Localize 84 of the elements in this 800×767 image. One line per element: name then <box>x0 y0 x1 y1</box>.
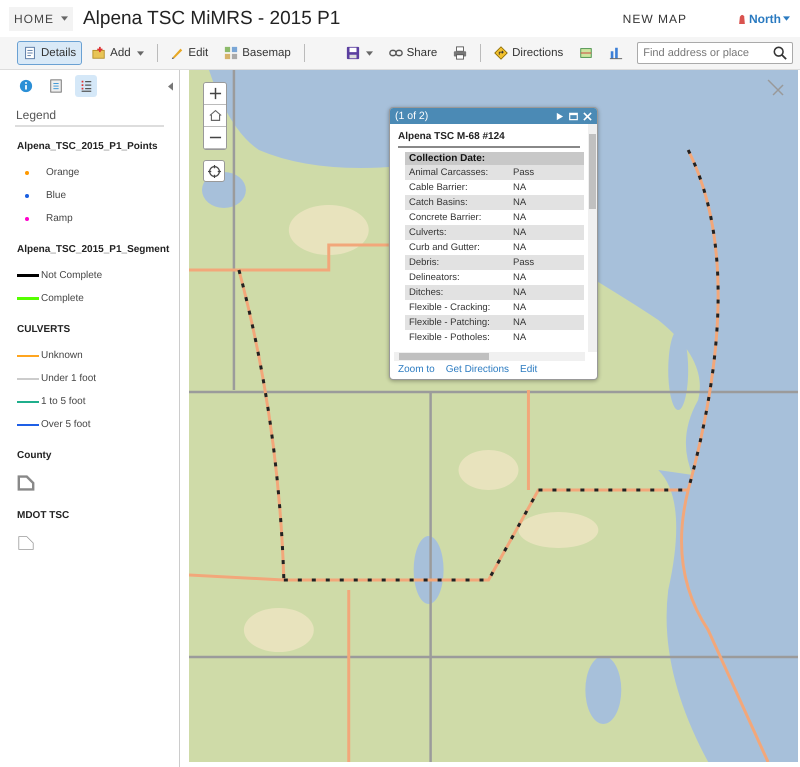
legend-label: Under 1 foot <box>41 373 96 384</box>
field-value: NA <box>513 272 526 283</box>
next-icon[interactable] <box>555 112 564 120</box>
feature-title: Alpena TSC M-68 #124 <box>398 128 580 148</box>
close-icon[interactable] <box>583 112 592 120</box>
popup-link[interactable]: Get Directions <box>446 364 510 375</box>
pencil-icon <box>170 46 184 60</box>
layer-title: MDOT TSC <box>17 510 70 521</box>
folder-plus-icon <box>92 46 106 60</box>
popup-title: (1 of 2) <box>395 110 428 122</box>
caret-icon <box>783 16 790 21</box>
field-value: Pass <box>513 257 534 268</box>
vertical-scrollbar[interactable] <box>588 124 597 352</box>
grid-icon <box>224 46 238 60</box>
map-title: Alpena TSC MiMRS - 2015 P1 <box>83 8 340 30</box>
legend-heading: Legend <box>15 97 164 127</box>
field-value: NA <box>513 182 526 193</box>
field-label: Flexible - Potholes: <box>409 332 491 343</box>
field-value: NA <box>513 212 526 223</box>
field-label: Delineators: <box>409 272 461 283</box>
search-field[interactable]: Find address or place <box>637 42 793 64</box>
plus-icon <box>208 87 222 100</box>
edit-button[interactable]: Edit <box>164 41 214 65</box>
legend-label: Over 5 foot <box>41 419 90 430</box>
home-extent-button[interactable] <box>204 105 226 127</box>
field-label: Culverts: <box>409 227 448 238</box>
legend-label: Complete <box>41 293 84 304</box>
legend-icon <box>79 79 93 93</box>
info-icon <box>19 79 33 93</box>
polygon-symbol-icon <box>17 475 35 491</box>
layer-title: Alpena_TSC_2015_P1_Segment <box>17 244 170 255</box>
field-label: Flexible - Patching: <box>409 317 491 328</box>
popup-link[interactable]: Edit <box>520 364 538 375</box>
legend-label: Blue <box>46 190 66 201</box>
crosshair-icon <box>208 164 220 178</box>
legend-label: Orange <box>46 167 80 178</box>
list-icon <box>49 79 63 93</box>
field-value: NA <box>513 317 526 328</box>
field-label: Animal Carcasses: <box>409 167 490 178</box>
legend-tab[interactable] <box>75 75 97 97</box>
home-button[interactable]: HOME <box>9 6 73 30</box>
add-button[interactable]: Add <box>86 41 150 65</box>
horizontal-scrollbar[interactable] <box>394 352 585 361</box>
user-menu[interactable]: North <box>749 12 790 26</box>
document-icon <box>23 46 37 60</box>
field-label: Concrete Barrier: <box>409 212 482 223</box>
caret-icon <box>61 16 68 21</box>
legend-label: Not Complete <box>41 270 102 281</box>
layer-title: Alpena_TSC_2015_P1_Points <box>17 141 159 152</box>
polygon-symbol-icon <box>17 535 35 551</box>
details-button[interactable]: Details <box>17 41 82 65</box>
layer-title: County <box>17 450 52 461</box>
field-label: Ditches: <box>409 287 444 298</box>
locate-button[interactable] <box>203 160 225 182</box>
field-value: NA <box>513 197 526 208</box>
layer-title: CULVERTS <box>17 324 72 335</box>
legend-label: Unknown <box>41 350 83 361</box>
field-value: NA <box>513 302 526 313</box>
basemap-button[interactable]: Basemap <box>218 41 297 65</box>
zoom-in-button[interactable] <box>204 83 226 105</box>
field-label: Flexible - Cracking: <box>409 302 492 313</box>
printer-icon <box>453 46 468 60</box>
search-icon[interactable] <box>773 46 787 60</box>
bar-chart-icon <box>609 46 624 60</box>
share-button[interactable]: Share <box>382 41 444 65</box>
directions-button[interactable]: Directions <box>488 41 570 65</box>
popup-link[interactable]: Zoom to <box>398 364 435 375</box>
zoom-out-button[interactable] <box>204 127 226 149</box>
field-label: Cable Barrier: <box>409 182 469 193</box>
legend-label: 1 to 5 foot <box>41 396 86 407</box>
home-icon <box>208 109 222 122</box>
field-value: Pass <box>513 167 534 178</box>
legend-label: Ramp <box>46 213 73 224</box>
field-value: NA <box>513 287 526 298</box>
field-value: NA <box>513 242 526 253</box>
maximize-icon[interactable] <box>569 112 578 120</box>
field-label: Catch Basins: <box>409 197 469 208</box>
field-label: Debris: <box>409 257 440 268</box>
section-header: Collection Date: <box>405 152 584 165</box>
field-value: NA <box>513 227 526 238</box>
field-value: NA <box>513 332 526 343</box>
field-label: Curb and Gutter: <box>409 242 481 253</box>
collapse-icon[interactable] <box>168 82 173 90</box>
new-map-link[interactable]: NEW MAP <box>622 12 687 26</box>
